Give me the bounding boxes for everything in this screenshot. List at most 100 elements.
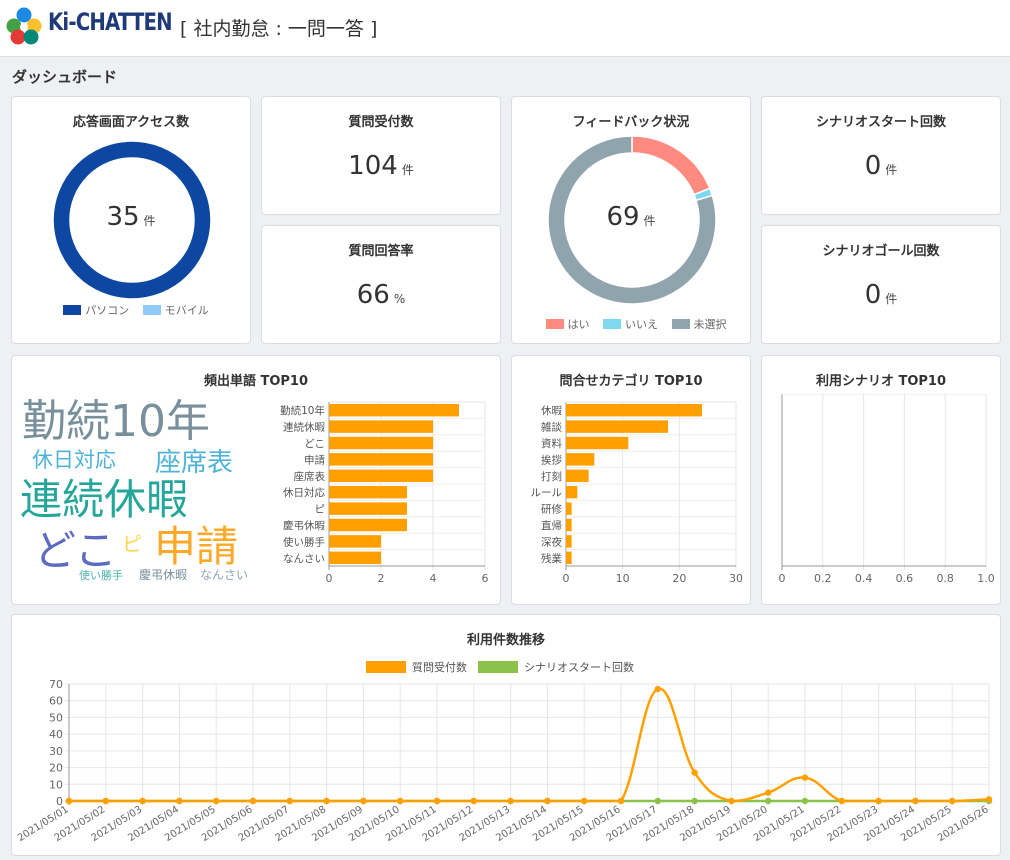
word-cloud-item[interactable]: 慶弔休暇 (139, 569, 187, 581)
data-point (654, 797, 661, 805)
y-tick-label: 研修 (541, 503, 562, 516)
data-point (507, 797, 514, 805)
logo-icon (6, 7, 42, 45)
questions-received-card: 質問受付数 104 件 (261, 96, 501, 215)
y-tick-label: 打刻 (541, 470, 562, 483)
data-point (654, 685, 661, 693)
feedback-legend: はい いいえ 未選択 (512, 316, 750, 332)
data-point (728, 797, 735, 805)
legend-label-yes[interactable]: はい (568, 318, 590, 331)
word-cloud-item[interactable]: ピ (122, 534, 142, 554)
y-tick-label: 60 (49, 695, 63, 708)
top-words-card: 頻出単語 TOP10 勤続10年 休日対応 座席表 連続休暇 どこ ピ 申請 使… (11, 355, 501, 605)
x-tick-label: 2 (378, 572, 385, 585)
brand-name[interactable]: Ki-CHATTEN (48, 8, 173, 36)
access-count-value: 35 件 (106, 202, 156, 232)
legend-label: 質問受付数 (412, 660, 467, 674)
bar (329, 469, 433, 483)
x-tick-label: 30 (729, 572, 743, 585)
y-tick-label: 20 (49, 762, 63, 775)
x-tick-label: 0.4 (855, 572, 873, 585)
bar (329, 420, 433, 433)
usage-trend-card: 利用件数推移 質問受付数 シナリオスタート回数 0 10 20 30 40 50 60 70 202… (11, 614, 1001, 856)
data-point (617, 797, 625, 805)
y-tick-label: ルール (531, 487, 563, 499)
data-point (470, 797, 477, 805)
x-tick-label: 4 (430, 572, 437, 585)
legend-label-no[interactable]: いいえ (625, 318, 658, 331)
x-tick-label: 0 (779, 572, 786, 585)
bar (566, 535, 572, 548)
card-title: シナリオスタート回数 (815, 115, 946, 130)
legend-swatch-no (603, 319, 621, 329)
y-tick-label: 30 (49, 745, 63, 758)
app-title: [ 社内勤怠 : 一問一答 ] (180, 18, 378, 40)
bar (329, 518, 407, 532)
bar (566, 403, 702, 417)
legend-label-unselected[interactable]: 未選択 (694, 318, 727, 331)
legend-label-mobile[interactable]: モバイル (165, 304, 209, 317)
x-tick-label: 0.8 (936, 572, 954, 585)
data-point (875, 797, 882, 805)
access-count-card: 応答画面アクセス数 35 件 パソコン モバイル (11, 96, 251, 344)
data-point (765, 797, 772, 805)
word-cloud-item[interactable]: 申請 (154, 526, 238, 568)
section-title: ダッシュボード (12, 68, 118, 86)
scenario-goal-value: 0件 (864, 280, 898, 310)
data-point (544, 797, 551, 805)
legend-swatch (366, 661, 406, 673)
scenario-start-value: 0件 (864, 151, 898, 181)
data-point (433, 797, 441, 805)
word-cloud-item[interactable]: 使い勝手 (79, 570, 123, 581)
inquiry-category-bar-chart: 0 10 20 30 休暇雑談資料挨拶打刻ルール研修直帰深夜残業 (531, 401, 743, 585)
top-words-bar-chart: 0 2 4 6 勤続10年連続休暇どこ申請座席表休日対応ピ慶弔休暇使い勝手なんさい (280, 401, 489, 585)
x-tick-label: 20 (672, 572, 686, 585)
data-point (949, 797, 956, 805)
y-tick-label: 座席表 (294, 470, 326, 483)
y-tick-label: 休日対応 (283, 486, 325, 499)
data-point (801, 797, 809, 805)
y-tick-label: 70 (49, 678, 63, 691)
y-tick-label: 10 (49, 778, 63, 791)
x-tick-label: 0 (326, 572, 333, 585)
word-cloud-item[interactable]: 座席表 (155, 450, 233, 476)
card-title: 利用シナリオ TOP10 (815, 374, 947, 389)
y-tick-label: 連続休暇 (283, 421, 325, 434)
bar (566, 436, 629, 450)
legend-label-pc[interactable]: パソコン (85, 304, 129, 317)
y-tick-label: 深夜 (541, 535, 562, 548)
used-scenario-bar-chart: 0 0.2 0.4 0.6 0.8 1.0 (779, 394, 995, 585)
data-point (323, 797, 330, 805)
y-tick-label: 残業 (541, 552, 562, 565)
bar (566, 551, 572, 565)
word-cloud-item[interactable]: なんさい (200, 569, 248, 581)
data-point (765, 789, 772, 796)
word-cloud-item[interactable]: 休日対応 (32, 450, 116, 471)
y-tick-label: 挨拶 (541, 453, 562, 466)
data-point (838, 797, 845, 805)
legend-swatch (478, 661, 518, 673)
data-point (912, 797, 919, 805)
word-cloud-item[interactable]: どこ (34, 530, 117, 572)
legend-swatch-unselected (671, 319, 690, 329)
y-tick-label: 雑談 (541, 421, 562, 434)
inquiry-category-card: 問合せカテゴリ TOP10 0 10 20 30 休暇 雑談 資料 挨拶 打刻 ルール 研修 直帰 深夜… (511, 355, 751, 605)
data-point (397, 797, 404, 805)
bar (329, 485, 407, 499)
bar (329, 436, 433, 450)
word-cloud: 勤続10年 休日対応 座席表 連続休暇 どこ ピ 申請 使い勝手 慶弔休暇 なん… (12, 356, 262, 606)
x-tick-label: 0.2 (814, 572, 832, 585)
word-cloud-item[interactable]: 勤続10年 (22, 400, 210, 444)
y-tick-label: 慶弔休暇 (283, 519, 325, 532)
data-point (581, 797, 588, 805)
data-point (286, 797, 293, 805)
bar (566, 485, 578, 499)
y-tick-label: 50 (49, 711, 63, 724)
legend-label: シナリオスタート回数 (524, 661, 634, 674)
data-point (65, 797, 73, 805)
word-cloud-item[interactable]: 連続休暇 (20, 479, 188, 521)
data-point (213, 797, 220, 805)
y-tick-label: 申請 (304, 453, 325, 466)
app-header: Ki-CHATTEN [ 社内勤怠 : 一問一答 ] (0, 0, 1010, 57)
y-tick-label: 勤続10年 (280, 404, 325, 417)
